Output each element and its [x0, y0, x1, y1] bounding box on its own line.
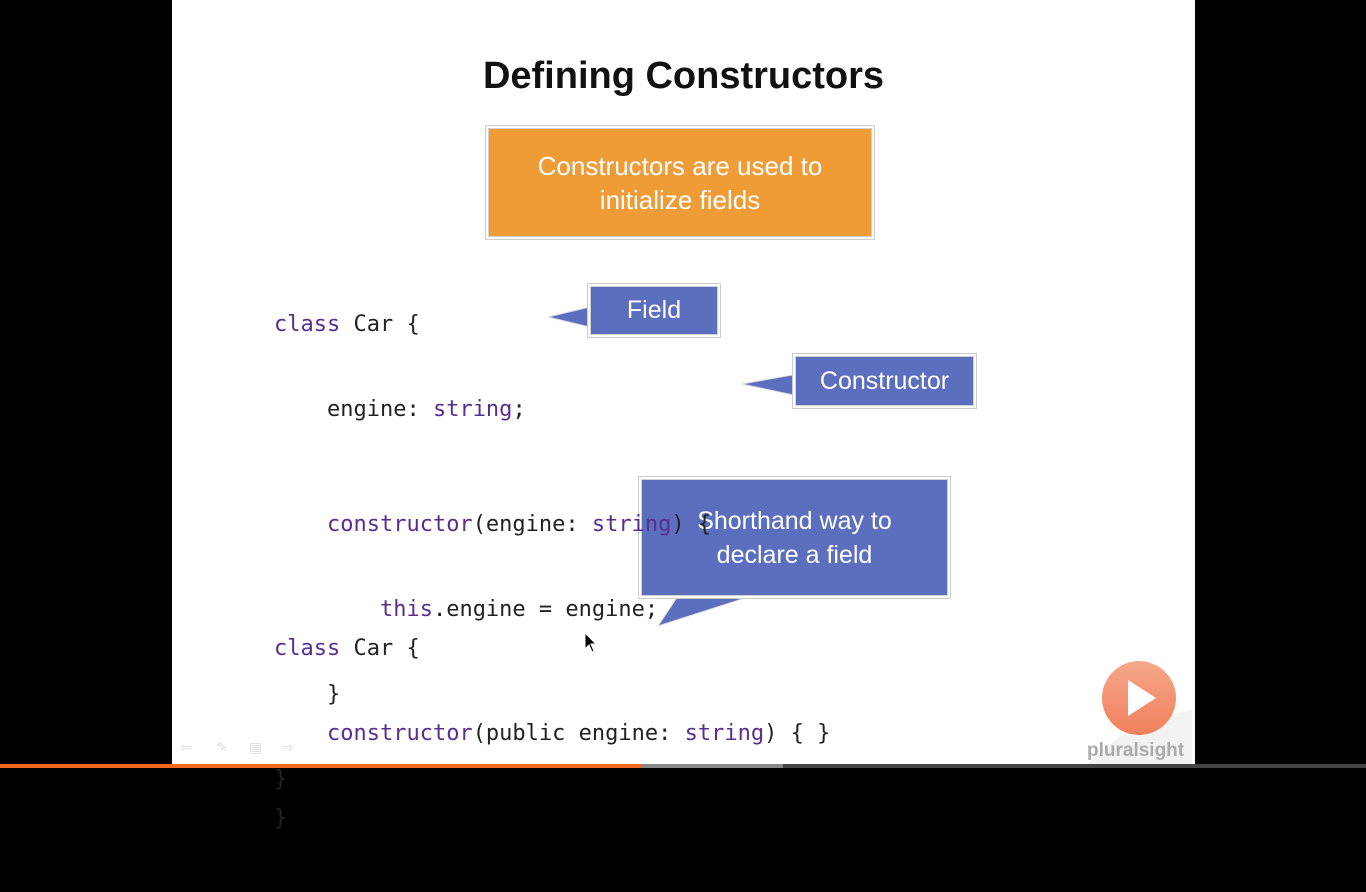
menu-icon[interactable]: ▤ [249, 740, 267, 756]
code-line: engine: string; [274, 397, 526, 422]
slide: Defining Constructors Constructors are u… [172, 0, 1195, 831]
constructor-callout-text: Constructor [819, 366, 950, 395]
main-callout-text: Constructors are used to initialize fiel… [537, 150, 823, 215]
video-progress-bar[interactable] [0, 764, 1366, 768]
code-line: } [274, 806, 288, 831]
back-icon[interactable]: ⇦ [180, 740, 198, 756]
pen-icon[interactable]: ✎ [216, 740, 234, 756]
mouse-cursor-icon [584, 632, 598, 653]
main-callout: Constructors are used to initialize fiel… [489, 129, 871, 236]
shorthand-callout-text: Shorthand way to declare a field [697, 506, 892, 569]
pluralsight-logo-text: pluralsight [1087, 740, 1185, 761]
code-block-2: class Car { constructor(public engine: s… [274, 589, 830, 892]
progress-fill [0, 764, 641, 768]
code-line: class Car { [274, 312, 420, 337]
progress-buffer [640, 764, 783, 768]
forward-icon[interactable]: ⇨ [282, 740, 300, 756]
code-line: constructor(engine: string) { [326, 512, 712, 537]
slide-title: Defining Constructors [482, 55, 885, 97]
code-line: constructor(public engine: string) { } [326, 721, 831, 746]
constructor-callout: Constructor [796, 357, 973, 405]
constructor-callout-pointer [741, 373, 798, 397]
code-line: class Car { [274, 636, 420, 661]
